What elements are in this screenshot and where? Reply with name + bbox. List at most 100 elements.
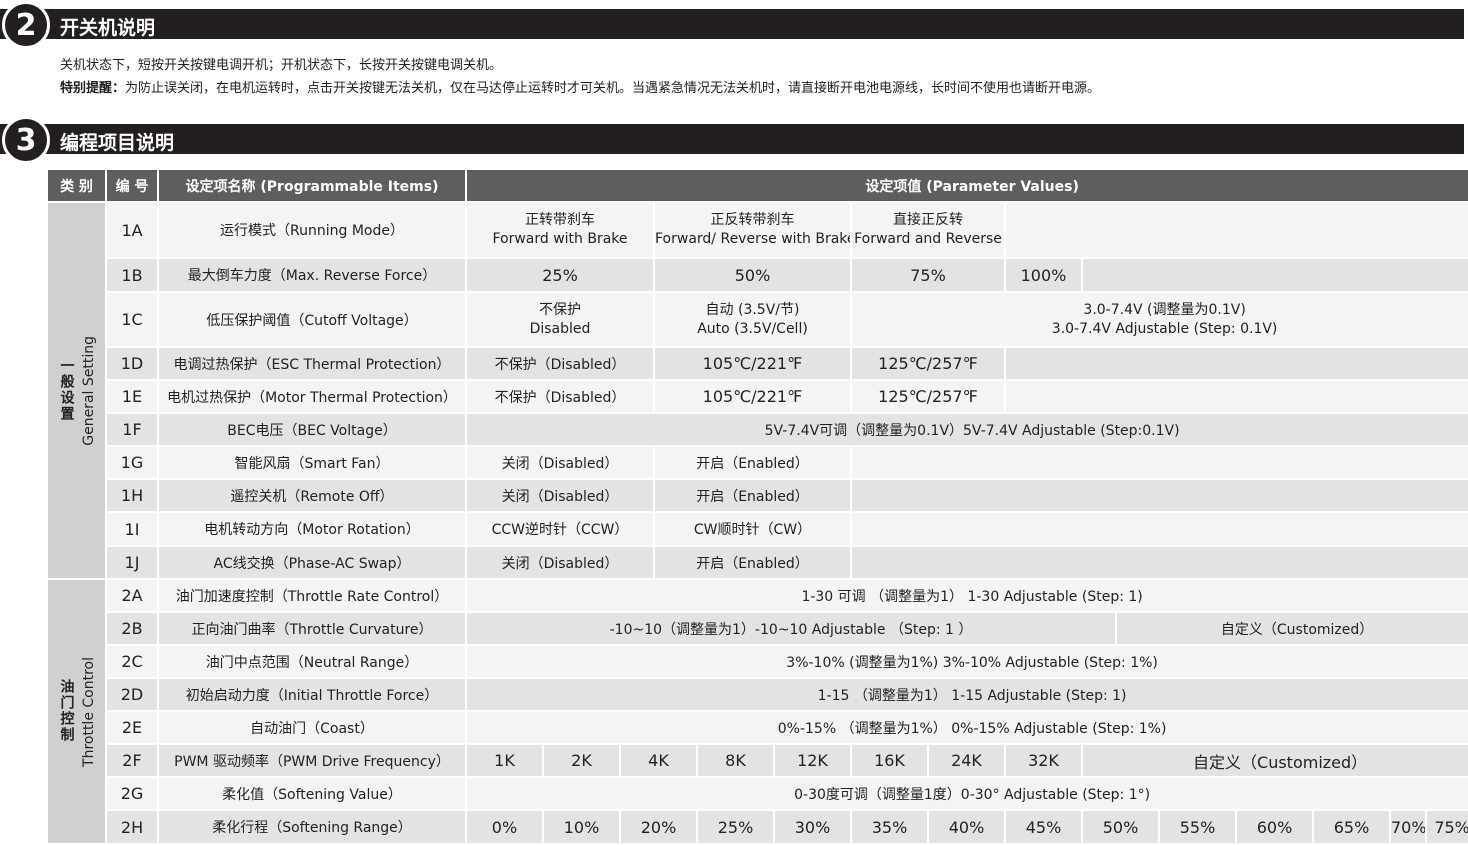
- item-id: 1G: [106, 446, 159, 480]
- power-instruction-text: 关机状态下，短按开关按键电调开机；开机状态下，长按开关按键电调关机。: [60, 58, 503, 73]
- value-cell: 1-30 可调 （调整量为1） 1-30 Adjustable (Step: 1…: [466, 579, 1468, 613]
- empty-cell: [1082, 258, 1468, 293]
- value-cell: 24K: [928, 744, 1006, 778]
- value-cell: CCW逆时针（CCW）: [466, 512, 655, 547]
- empty-cell: [851, 546, 1468, 580]
- value-cell: 自定义（Customized）: [1116, 612, 1468, 646]
- value-cell: 关闭（Disabled）: [466, 479, 655, 513]
- item-id: 2H: [106, 810, 159, 845]
- value-cell: 25%: [697, 810, 775, 845]
- table-row: 2F PWM 驱动频率（PWM Drive Frequency） 1K 2K 4…: [48, 744, 1468, 778]
- value-cell: 0%-15% （调整量为1%） 0%-15% Adjustable (Step:…: [466, 711, 1468, 745]
- value-cell: 3%-10% (调整量为1%) 3%-10% Adjustable (Step:…: [466, 645, 1468, 679]
- category-general-zh: 一般设置: [58, 358, 75, 423]
- category-throttle-control: 油门控制 Throttle Control: [48, 579, 107, 845]
- item-id: 1B: [106, 258, 159, 293]
- table-row: 1J AC线交换（Phase-AC Swap） 关闭（Disabled） 开启（…: [48, 546, 1468, 580]
- header-item-name: 设定项名称 (Programmable Items): [158, 170, 467, 203]
- value-cell: 75%: [1426, 810, 1468, 845]
- value-cell: 1K: [466, 744, 544, 778]
- value-zh: 正转带刹车: [525, 212, 595, 228]
- value-cell: 55%: [1159, 810, 1237, 845]
- item-id: 2F: [106, 744, 159, 778]
- value-cell: 自定义（Customized）: [1082, 744, 1468, 778]
- item-name: 遥控关机（Remote Off）: [158, 479, 467, 513]
- item-id: 2A: [106, 579, 159, 613]
- special-note-label: 特别提醒：: [60, 81, 126, 96]
- value-cell: 开启（Enabled）: [654, 546, 852, 580]
- value-cell: 开启（Enabled）: [654, 446, 852, 480]
- value-cell: 0%: [466, 810, 544, 845]
- value-cell: CW顺时针（CW）: [654, 512, 852, 547]
- value-cell: 32K: [1005, 744, 1083, 778]
- value-en: Forward and Reverse: [854, 231, 1002, 247]
- table-row: 2B 正向油门曲率（Throttle Curvature） -10~10（调整量…: [48, 612, 1468, 646]
- value-cell: 105℃/221℉: [654, 380, 852, 414]
- item-name: 运行模式（Running Mode）: [158, 202, 467, 259]
- table-row: 2D 初始启动力度（Initial Throttle Force） 1-15 （…: [48, 678, 1468, 712]
- value-cell: 20%: [620, 810, 698, 845]
- value-cell: 100%: [1005, 258, 1083, 293]
- category-throttle-zh: 油门控制: [58, 679, 75, 744]
- value-en: Auto (3.5V/Cell): [697, 320, 808, 337]
- item-name: PWM 驱动频率（PWM Drive Frequency）: [158, 744, 467, 778]
- table-row: 2G 柔化值（Softening Value） 0-30度可调（调整量1度）0-…: [48, 777, 1468, 811]
- category-general-en: General Setting: [80, 335, 97, 446]
- item-name: 最大倒车力度（Max. Reverse Force）: [158, 258, 467, 293]
- item-name: 初始启动力度（Initial Throttle Force）: [158, 678, 467, 712]
- programming-table: 类 别 编 号 设定项名称 (Programmable Items) 设定项值 …: [48, 170, 1468, 845]
- value-en: Forward with Brake: [492, 231, 628, 247]
- value-cell: 45%: [1005, 810, 1083, 845]
- item-name: 油门加速度控制（Throttle Rate Control）: [158, 579, 467, 613]
- empty-cell: [1005, 380, 1468, 414]
- value-cell: 开启（Enabled）: [654, 479, 852, 513]
- value-cell: 4K: [620, 744, 698, 778]
- value-cell: 30%: [774, 810, 852, 845]
- item-id: 1C: [106, 292, 159, 348]
- table-row: 1H 遥控关机（Remote Off） 关闭（Disabled） 开启（Enab…: [48, 479, 1468, 513]
- value-cell: 正反转带刹车 Forward/ Reverse with Brake: [654, 202, 852, 259]
- table-row: 1E 电机过热保护（Motor Thermal Protection） 不保护（…: [48, 380, 1468, 414]
- item-name: 电机转动方向（Motor Rotation）: [158, 512, 467, 547]
- item-name: 柔化行程（Softening Range）: [158, 810, 467, 845]
- table-row: 一般设置 General Setting 1A 运行模式（Running Mod…: [48, 202, 1468, 580]
- table-header-row: 类 别 编 号 设定项名称 (Programmable Items) 设定项值 …: [48, 170, 1468, 203]
- table-row: 1I 电机转动方向（Motor Rotation） CCW逆时针（CCW） CW…: [48, 512, 1468, 547]
- item-id: 2E: [106, 711, 159, 745]
- value-zh: 自动 (3.5V/节): [705, 301, 800, 318]
- value-cell: 35%: [851, 810, 929, 845]
- item-name: 正向油门曲率（Throttle Curvature）: [158, 612, 467, 646]
- item-id: 2D: [106, 678, 159, 712]
- table-row: 1B 最大倒车力度（Max. Reverse Force） 25% 50% 75…: [48, 258, 1468, 293]
- value-cell: 75%: [851, 258, 1006, 293]
- item-name: 电调过热保护（ESC Thermal Protection）: [158, 347, 467, 381]
- item-name: 低压保护阈值（Cutoff Voltage）: [158, 292, 467, 348]
- value-cell: 2K: [543, 744, 621, 778]
- value-cell: 25%: [466, 258, 655, 293]
- item-id: 1J: [106, 546, 159, 580]
- table-row: 2C 油门中点范围（Neutral Range） 3%-10% (调整量为1%)…: [48, 645, 1468, 679]
- value-cell: 自动 (3.5V/节) Auto (3.5V/Cell): [654, 292, 852, 348]
- value-cell: 不保护（Disabled）: [466, 347, 655, 381]
- special-note-text: 为防止误关闭，在电机运转时，点击开关按键无法关机，仅在马达停止运转时才可关机。当…: [125, 81, 1101, 96]
- value-en: Forward/ Reverse with Brake: [655, 231, 851, 247]
- value-en: Disabled: [529, 320, 591, 337]
- item-id: 1E: [106, 380, 159, 414]
- item-name: 自动油门（Coast）: [158, 711, 467, 745]
- value-cell: 直接正反转 Forward and Reverse: [851, 202, 1006, 259]
- category-general-setting: 一般设置 General Setting: [48, 202, 107, 580]
- item-name: 智能风扇（Smart Fan）: [158, 446, 467, 480]
- value-cell: 不保护 Disabled: [466, 292, 655, 348]
- empty-cell: [851, 479, 1468, 513]
- value-cell: 16K: [851, 744, 929, 778]
- value-cell: 关闭（Disabled）: [466, 546, 655, 580]
- table-row: 2E 自动油门（Coast） 0%-15% （调整量为1%） 0%-15% Ad…: [48, 711, 1468, 745]
- value-en: 3.0-7.4V Adjustable (Step: 0.1V): [1051, 320, 1278, 337]
- special-note: 特别提醒：为防止误关闭，在电机运转时，点击开关按键无法关机，仅在马达停止运转时才…: [60, 77, 1100, 96]
- value-zh: 直接正反转: [893, 212, 963, 228]
- item-name: AC线交换（Phase-AC Swap）: [158, 546, 467, 580]
- empty-cell: [1005, 347, 1468, 381]
- header-category: 类 别: [48, 170, 107, 203]
- header-number: 编 号: [106, 170, 159, 203]
- value-cell: 105℃/221℉: [654, 347, 852, 381]
